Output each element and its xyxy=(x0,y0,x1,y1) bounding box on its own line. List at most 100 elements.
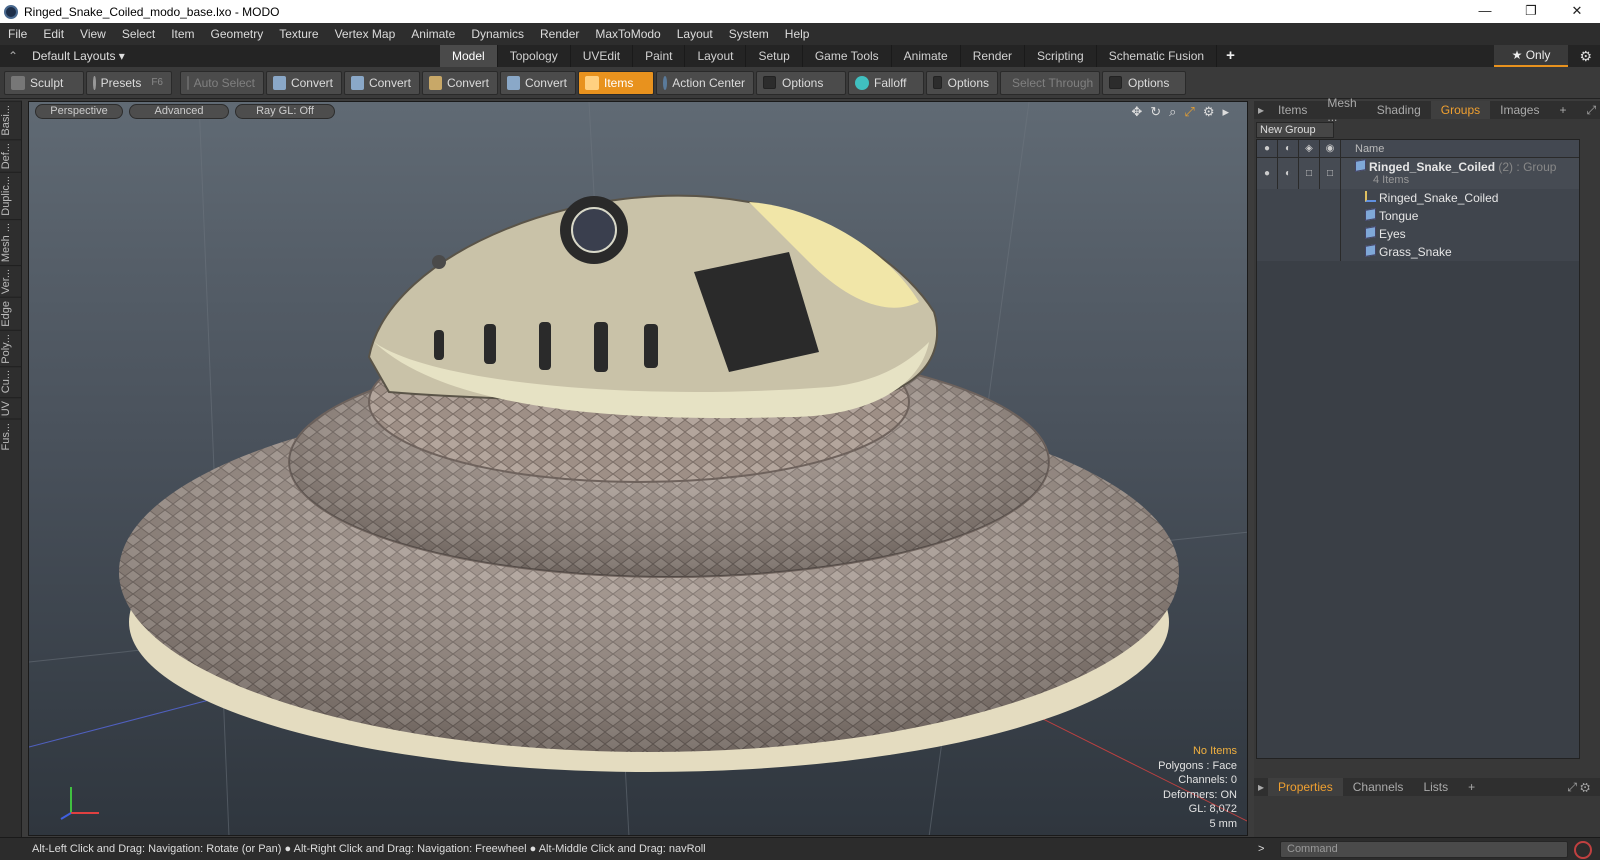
collapse-icon[interactable]: ⌃ xyxy=(8,49,18,63)
rotate-icon[interactable]: ↻ xyxy=(1150,104,1161,120)
eye-icon[interactable]: ● xyxy=(1257,158,1278,189)
convert-vertices-button[interactable]: Convert xyxy=(266,70,342,95)
menu-animate[interactable]: Animate xyxy=(403,23,463,45)
presets-button[interactable]: Presets F6 xyxy=(86,70,172,95)
tab-uv[interactable]: UV xyxy=(0,396,22,419)
menu-dynamics[interactable]: Dynamics xyxy=(463,23,532,45)
select-through-button[interactable]: Select Through xyxy=(1000,70,1100,95)
gear-icon[interactable]: ⚙ xyxy=(1579,45,1592,67)
menu-select[interactable]: Select xyxy=(114,23,163,45)
tree-item[interactable]: Eyes xyxy=(1257,225,1579,243)
menu-texture[interactable]: Texture xyxy=(271,23,326,45)
tab-setup[interactable]: Setup xyxy=(746,45,803,67)
view-type-dropdown[interactable]: Perspective xyxy=(35,104,123,119)
maximize-button[interactable]: ❐ xyxy=(1508,0,1554,23)
add-tab-icon[interactable]: + xyxy=(1458,780,1485,794)
close-button[interactable]: ✕ xyxy=(1554,0,1600,23)
tab-groups[interactable]: Groups xyxy=(1430,101,1491,119)
record-icon[interactable] xyxy=(1574,841,1592,859)
pan-icon[interactable]: ✥ xyxy=(1131,104,1142,120)
action-center-options-button[interactable]: Options xyxy=(756,70,846,95)
shading-mode-dropdown[interactable]: Advanced xyxy=(129,104,229,119)
tab-channels[interactable]: Channels xyxy=(1343,780,1414,794)
tab-shading[interactable]: Shading xyxy=(1367,103,1431,117)
only-toggle[interactable]: ★ Only xyxy=(1494,45,1568,67)
menu-file[interactable]: File xyxy=(0,23,35,45)
tab-animate[interactable]: Animate xyxy=(892,45,961,67)
tab-fusion[interactable]: Fus... xyxy=(0,418,22,454)
group-row[interactable]: ● ◐ □ □ Ringed_Snake_Coiled (2) : Group … xyxy=(1257,158,1579,189)
tab-basic[interactable]: Basi... xyxy=(0,101,22,139)
tab-edge[interactable]: Edge xyxy=(0,296,22,330)
tab-paint[interactable]: Paint xyxy=(633,45,686,67)
tab-schematic-fusion[interactable]: Schematic Fusion xyxy=(1097,45,1218,67)
add-tab-button[interactable]: + xyxy=(1217,45,1244,67)
tab-model[interactable]: Model xyxy=(440,45,498,67)
tab-curve[interactable]: Cu... xyxy=(0,366,22,397)
add-tab-icon[interactable]: + xyxy=(1549,103,1576,117)
lock-icon[interactable]: □ xyxy=(1299,158,1320,189)
menu-item[interactable]: Item xyxy=(163,23,202,45)
tab-scripting[interactable]: Scripting xyxy=(1025,45,1097,67)
select-options-button[interactable]: Options xyxy=(1102,70,1186,95)
ray-gl-toggle[interactable]: Ray GL: Off xyxy=(235,104,335,119)
menu-view[interactable]: View xyxy=(72,23,114,45)
tab-properties[interactable]: Properties xyxy=(1268,778,1343,796)
tab-lists[interactable]: Lists xyxy=(1413,780,1458,794)
tab-mesh-edit[interactable]: Mesh ... xyxy=(0,218,22,265)
items-mode-button[interactable]: Items xyxy=(578,70,654,95)
menu-geometry[interactable]: Geometry xyxy=(203,23,272,45)
window-title: Ringed_Snake_Coiled_modo_base.lxo - MODO xyxy=(24,4,280,19)
convert-polygons-button[interactable]: Convert xyxy=(422,70,498,95)
viewport-settings-icon[interactable]: ⚙ xyxy=(1203,104,1215,120)
select-column-icon[interactable]: ◉ xyxy=(1320,139,1341,158)
tab-layout[interactable]: Layout xyxy=(685,45,747,67)
tab-items[interactable]: Items xyxy=(1268,103,1317,117)
action-center-button[interactable]: Action Center xyxy=(656,70,754,95)
default-layouts-dropdown[interactable]: Default Layouts ▾ xyxy=(32,49,125,63)
menu-help[interactable]: Help xyxy=(777,23,818,45)
render-icon[interactable]: ◐ xyxy=(1278,158,1299,189)
menu-render[interactable]: Render xyxy=(532,23,587,45)
tab-game-tools[interactable]: Game Tools xyxy=(803,45,892,67)
fit-icon[interactable]: ⤢ xyxy=(1184,104,1194,120)
tab-deform[interactable]: Def... xyxy=(0,138,22,172)
tree-item[interactable]: Grass_Snake xyxy=(1257,243,1579,261)
tab-mesh[interactable]: Mesh ... xyxy=(1317,96,1366,124)
lock-column-icon[interactable]: ◈ xyxy=(1299,139,1320,158)
visibility-column-icon[interactable]: ● xyxy=(1257,139,1278,158)
menu-edit[interactable]: Edit xyxy=(35,23,72,45)
channels-info: Channels: 0 xyxy=(1178,774,1237,786)
panel-grip-icon: ▸ xyxy=(1258,780,1265,794)
menu-vertex-map[interactable]: Vertex Map xyxy=(327,23,404,45)
tab-polygon[interactable]: Poly... xyxy=(0,329,22,367)
minimize-button[interactable]: — xyxy=(1462,0,1508,23)
command-input[interactable]: Command xyxy=(1280,841,1568,858)
tab-duplicate[interactable]: Duplic... xyxy=(0,171,22,219)
tab-vertex[interactable]: Ver... xyxy=(0,264,22,297)
zoom-icon[interactable]: ⌕ xyxy=(1169,104,1176,120)
menu-maxtomodo[interactable]: MaxToModo xyxy=(587,23,668,45)
3d-viewport[interactable]: Perspective Advanced Ray GL: Off ✥ ↻ ⌕ ⤢… xyxy=(28,101,1248,836)
convert-edges-button[interactable]: Convert xyxy=(344,70,420,95)
name-column-header[interactable]: Name xyxy=(1341,143,1384,155)
auto-select-button[interactable]: Auto Select xyxy=(180,70,264,95)
tab-images[interactable]: Images xyxy=(1490,103,1549,117)
convert-items-button[interactable]: Convert xyxy=(500,70,576,95)
sculpt-button[interactable]: Sculpt xyxy=(4,70,84,95)
render-column-icon[interactable]: ◐ xyxy=(1278,139,1299,158)
popout-icon[interactable]: ⤢ xyxy=(1577,103,1600,118)
falloff-options-button[interactable]: Options xyxy=(926,70,998,95)
tab-uvedit[interactable]: UVEdit xyxy=(571,45,634,67)
tree-item[interactable]: Ringed_Snake_Coiled xyxy=(1257,189,1579,207)
tab-topology[interactable]: Topology xyxy=(498,45,571,67)
menu-system[interactable]: System xyxy=(721,23,777,45)
new-group-button[interactable]: New Group xyxy=(1256,122,1334,138)
tree-item[interactable]: Tongue xyxy=(1257,207,1579,225)
select-icon[interactable]: □ xyxy=(1320,158,1341,189)
falloff-button[interactable]: Falloff xyxy=(848,70,924,95)
popout-icon[interactable]: ⤢ ⚙ xyxy=(1557,780,1600,795)
expand-arrow-icon[interactable]: ▸ xyxy=(1222,104,1229,120)
tab-render[interactable]: Render xyxy=(961,45,1026,67)
menu-layout[interactable]: Layout xyxy=(669,23,721,45)
